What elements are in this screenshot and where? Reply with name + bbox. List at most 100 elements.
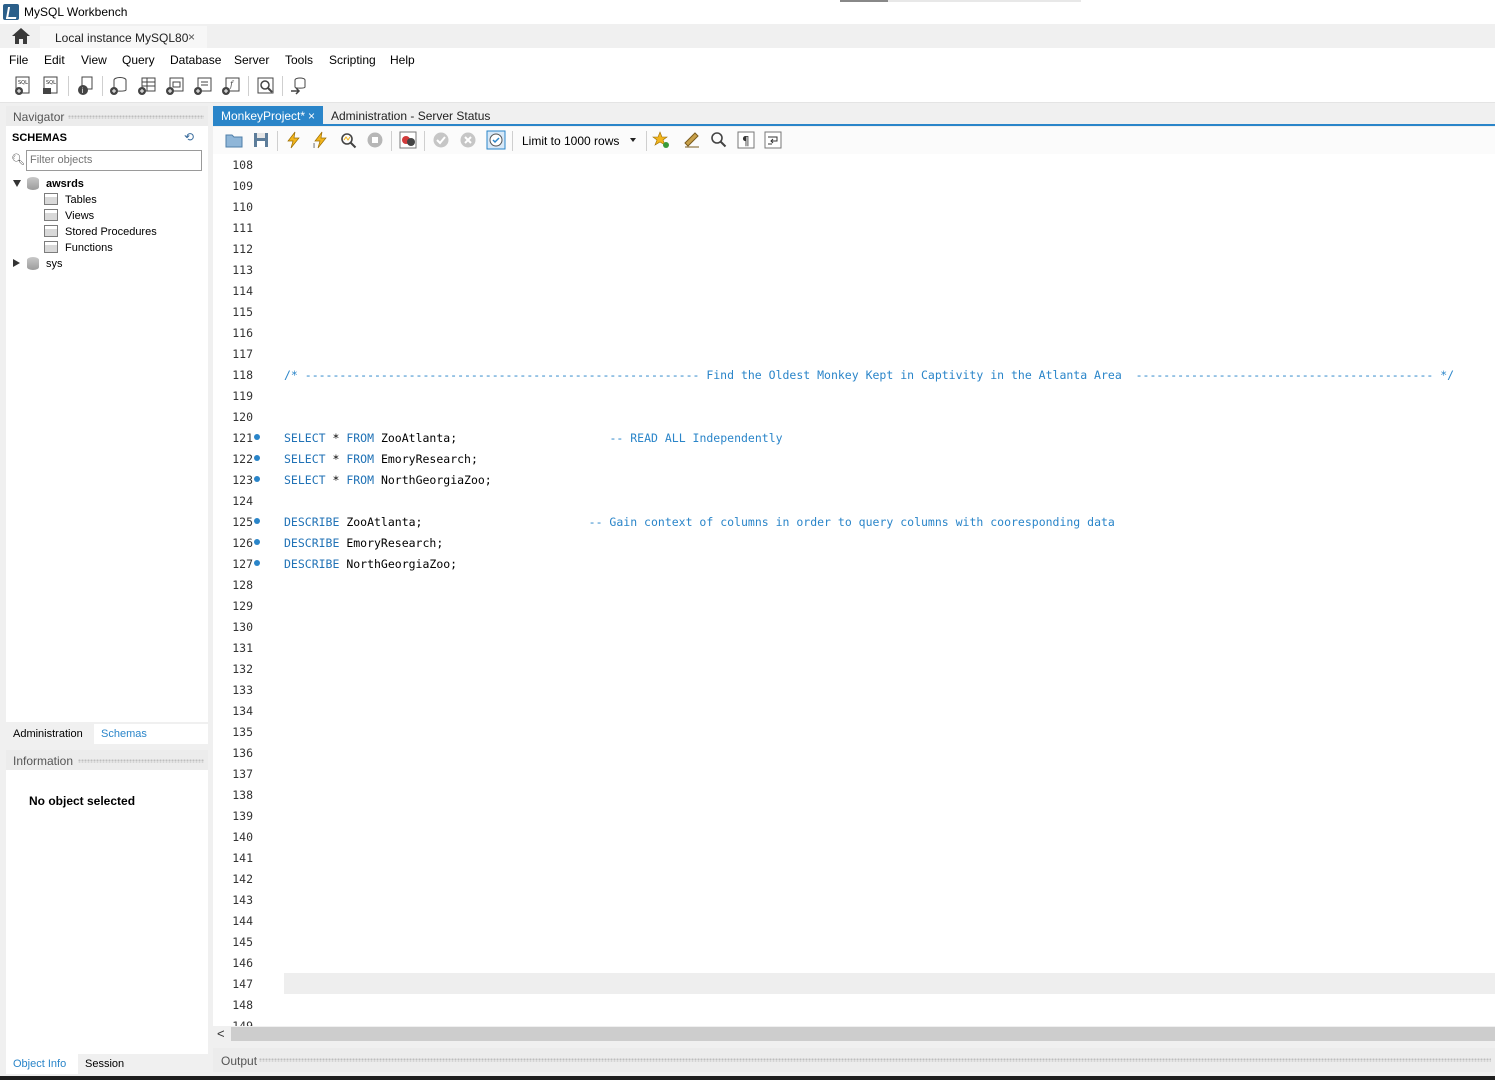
panel-grip [68, 115, 204, 119]
create-procedure-icon[interactable] [193, 76, 213, 96]
scroll-left-icon[interactable]: < [217, 1026, 225, 1041]
sql-keyword: SELECT [284, 452, 326, 466]
search-table-data-icon[interactable] [256, 76, 276, 96]
sql-editor[interactable]: 108 109 110 111 112 113 114 115 116 117 118 119 120 1… [213, 154, 1495, 1026]
inspector-icon[interactable]: i [76, 76, 96, 96]
toolbar-separator [248, 76, 249, 96]
filter-objects-field[interactable] [26, 150, 202, 171]
new-sql-tab-icon[interactable]: SQL [13, 76, 33, 96]
tab-schemas[interactable]: Schemas [94, 724, 208, 744]
word-wrap-icon[interactable] [764, 131, 782, 149]
line-number: 138 [232, 788, 253, 802]
create-view-icon[interactable] [165, 76, 185, 96]
database-icon [27, 257, 39, 270]
horizontal-scrollbar[interactable]: < [213, 1026, 1495, 1042]
tab-monkeyproject[interactable]: MonkeyProject* × [213, 106, 323, 124]
rollback-icon[interactable] [459, 131, 477, 149]
menu-edit[interactable]: Edit [44, 53, 65, 67]
toggle-stop-on-error-icon[interactable] [399, 131, 417, 149]
execute-current-statement-icon[interactable]: I [312, 131, 330, 149]
tab-administration-server-status[interactable]: Administration - Server Status [331, 109, 490, 123]
tree-item-label: Functions [65, 242, 113, 254]
schema-child-stored-procedures[interactable]: Stored Procedures [44, 224, 202, 240]
connection-tab[interactable]: Local instance MySQL80 × [40, 26, 207, 48]
close-icon[interactable]: × [188, 30, 195, 44]
filter-objects-input[interactable] [27, 151, 198, 168]
invisible-characters-icon[interactable]: ¶ [737, 131, 755, 149]
sql-text: ZooAtlanta; [339, 515, 423, 529]
menu-server[interactable]: Server [234, 53, 269, 67]
line-number: 133 [232, 683, 253, 697]
line-number: 139 [232, 809, 253, 823]
sql-editor-toolbar: I Limit to 1000 rows ¶ [213, 127, 1495, 154]
schemas-title: SCHEMAS [12, 132, 68, 144]
tree-item-label: Views [65, 210, 95, 222]
tab-label: Schemas [101, 728, 147, 740]
line-number: 118 [232, 368, 253, 382]
sql-keyword: SELECT [284, 431, 326, 445]
home-button[interactable] [10, 27, 32, 45]
schema-child-functions[interactable]: Functions [44, 240, 202, 256]
close-icon[interactable]: × [308, 109, 315, 123]
line-number: 112 [232, 242, 253, 256]
tab-label: Object Info [13, 1058, 67, 1070]
find-replace-icon[interactable] [710, 131, 728, 149]
open-folder-icon[interactable] [225, 131, 243, 149]
collapse-arrow-icon[interactable] [13, 259, 20, 267]
menu-help[interactable]: Help [390, 53, 415, 67]
line-number: 128 [232, 578, 253, 592]
create-function-icon[interactable]: f [221, 76, 241, 96]
line-number: 113 [232, 263, 253, 277]
schema-name: awsrds [46, 178, 84, 190]
menu-database[interactable]: Database [170, 53, 221, 67]
line-number: 109 [232, 179, 253, 193]
line-number: 130 [232, 620, 253, 634]
line-number: 129 [232, 599, 253, 613]
menu-scripting[interactable]: Scripting [329, 53, 376, 67]
commit-icon[interactable] [432, 131, 450, 149]
menu-tools[interactable]: Tools [285, 53, 313, 67]
schema-child-views[interactable]: Views [44, 208, 202, 224]
scrollbar-thumb[interactable] [231, 1027, 1495, 1041]
line-number: 146 [232, 956, 253, 970]
toolbar-separator [391, 131, 392, 151]
main-toolbar: SQL SQL i f [0, 70, 1495, 103]
reconnect-icon[interactable] [289, 76, 309, 96]
refresh-icon[interactable]: ⟲ [184, 130, 196, 144]
open-sql-script-icon[interactable]: SQL [41, 76, 61, 96]
limit-rows-select[interactable]: Limit to 1000 rows [520, 132, 638, 149]
schema-sys[interactable]: sys [12, 256, 202, 272]
save-icon[interactable] [252, 131, 270, 149]
line-number: 136 [232, 746, 253, 760]
information-title: Information [13, 754, 74, 768]
explain-icon[interactable] [339, 131, 357, 149]
stop-icon[interactable] [366, 131, 384, 149]
sql-text: * [325, 473, 347, 487]
schema-child-tables[interactable]: Tables [44, 192, 202, 208]
tab-session[interactable]: Session [78, 1054, 138, 1074]
autocommit-toggle-icon[interactable] [486, 130, 506, 150]
sql-keyword: DESCRIBE [284, 515, 340, 529]
line-number: 119 [232, 389, 253, 403]
line-number: 121 [232, 431, 253, 445]
menu-query[interactable]: Query [122, 53, 155, 67]
panel-grip [78, 759, 204, 763]
create-table-icon[interactable] [137, 76, 157, 96]
tab-label: Administration [13, 728, 83, 740]
line-number: 140 [232, 830, 253, 844]
expand-arrow-icon[interactable] [13, 180, 21, 187]
tab-administration[interactable]: Administration [6, 724, 94, 744]
menu-file[interactable]: File [9, 53, 28, 67]
execute-lightning-icon[interactable] [285, 131, 303, 149]
schema-awsrds[interactable]: awsrds [12, 176, 202, 192]
statement-marker [254, 455, 260, 461]
add-snippet-star-icon[interactable] [652, 131, 670, 149]
create-schema-icon[interactable] [109, 76, 129, 96]
code-line-118: /* -------------------------------------… [284, 368, 1455, 382]
menu-view[interactable]: View [81, 53, 107, 67]
line-number: 147 [232, 977, 253, 991]
beautify-icon[interactable] [683, 131, 701, 149]
tab-object-info[interactable]: Object Info [6, 1054, 78, 1074]
line-number: 127 [232, 557, 253, 571]
sql-text: ZooAtlanta; [374, 431, 458, 445]
